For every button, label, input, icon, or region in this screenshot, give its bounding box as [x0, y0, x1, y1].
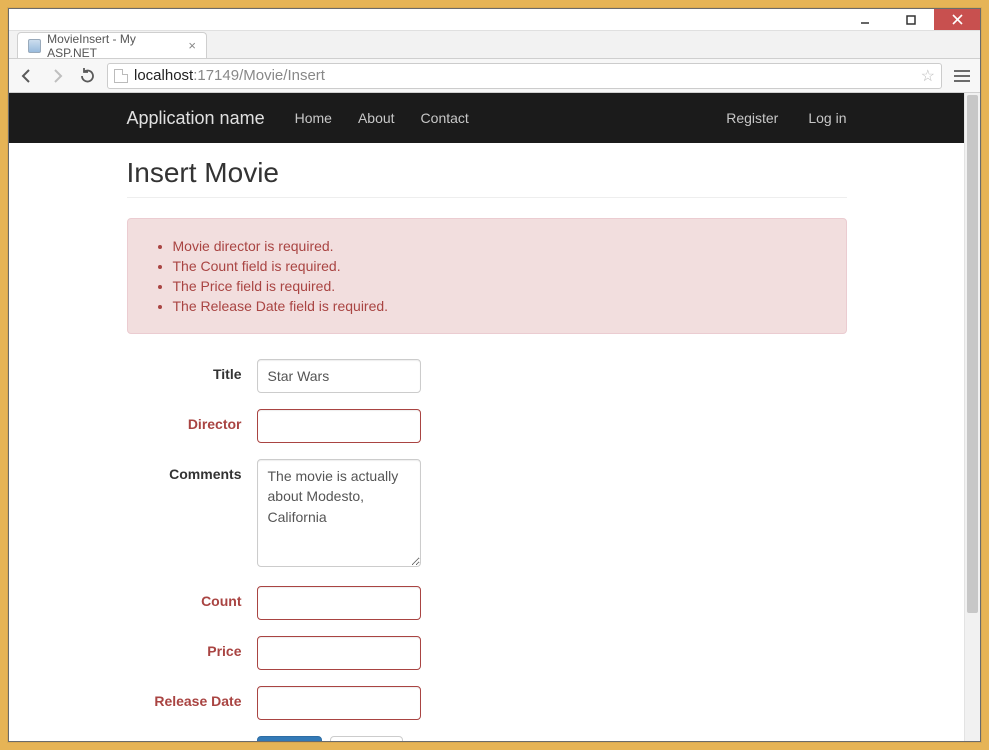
field-release-date: Release Date	[127, 686, 847, 720]
input-director[interactable]	[257, 409, 421, 443]
address-bar[interactable]: localhost:17149/Movie/Insert ☆	[107, 63, 942, 89]
tab-close-icon[interactable]: ×	[188, 38, 196, 53]
input-title[interactable]	[257, 359, 421, 393]
nav-right: Register Log in	[726, 110, 846, 126]
page-content: Application name Home About Contact Regi…	[9, 93, 964, 741]
input-count[interactable]	[257, 586, 421, 620]
url-port: :17149	[193, 67, 239, 84]
chrome-menu-button[interactable]	[952, 70, 972, 82]
nav-link-home[interactable]: Home	[295, 110, 332, 126]
label-title: Title	[127, 359, 257, 382]
validation-error: The Count field is required.	[173, 258, 831, 274]
browser-window: MovieInsert - My ASP.NET × localhost:171…	[8, 8, 981, 742]
input-release-date[interactable]	[257, 686, 421, 720]
movie-form: Title Director Comments	[127, 359, 847, 741]
window-maximize-button[interactable]	[888, 9, 934, 30]
label-count: Count	[127, 586, 257, 609]
browser-toolbar: localhost:17149/Movie/Insert ☆	[9, 59, 980, 93]
nav-link-register[interactable]: Register	[726, 110, 778, 126]
label-comments: Comments	[127, 459, 257, 482]
page-viewport: Application name Home About Contact Regi…	[9, 93, 980, 741]
page-title: Insert Movie	[127, 157, 847, 198]
validation-error: Movie director is required.	[173, 238, 831, 254]
validation-error: The Release Date field is required.	[173, 298, 831, 314]
nav-links: Home About Contact	[295, 110, 469, 126]
field-title: Title	[127, 359, 847, 393]
brand[interactable]: Application name	[127, 108, 265, 129]
nav-link-login[interactable]: Log in	[808, 110, 846, 126]
insert-button[interactable]: Insert	[257, 736, 322, 741]
validation-error: The Price field is required.	[173, 278, 831, 294]
label-price: Price	[127, 636, 257, 659]
site-navbar: Application name Home About Contact Regi…	[9, 93, 964, 143]
cancel-button[interactable]: Cancel	[330, 736, 404, 741]
vertical-scrollbar[interactable]	[964, 93, 980, 741]
forward-button[interactable]	[47, 66, 67, 86]
bookmark-star-icon[interactable]: ☆	[921, 66, 935, 86]
favicon-icon	[28, 39, 41, 53]
field-director: Director	[127, 409, 847, 443]
field-price: Price	[127, 636, 847, 670]
tab-strip: MovieInsert - My ASP.NET ×	[9, 31, 980, 59]
scrollbar-thumb[interactable]	[967, 95, 978, 613]
back-button[interactable]	[17, 66, 37, 86]
label-director: Director	[127, 409, 257, 432]
input-comments[interactable]: The movie is actually about Modesto, Cal…	[257, 459, 421, 567]
window-close-button[interactable]	[934, 9, 980, 30]
nav-link-contact[interactable]: Contact	[421, 110, 469, 126]
input-price[interactable]	[257, 636, 421, 670]
url-host: localhost	[134, 67, 193, 84]
validation-summary: Movie director is required. The Count fi…	[127, 218, 847, 334]
url-text: localhost:17149/Movie/Insert	[134, 67, 325, 84]
field-comments: Comments The movie is actually about Mod…	[127, 459, 847, 570]
label-release-date: Release Date	[127, 686, 257, 709]
form-actions: Insert Cancel	[127, 736, 847, 741]
url-path: /Movie/Insert	[239, 67, 325, 84]
tab-title: MovieInsert - My ASP.NET	[47, 32, 178, 60]
nav-link-about[interactable]: About	[358, 110, 395, 126]
window-minimize-button[interactable]	[842, 9, 888, 30]
window-titlebar	[9, 9, 980, 31]
field-count: Count	[127, 586, 847, 620]
browser-tab[interactable]: MovieInsert - My ASP.NET ×	[17, 32, 207, 58]
page-icon	[114, 69, 128, 83]
reload-button[interactable]	[77, 66, 97, 86]
